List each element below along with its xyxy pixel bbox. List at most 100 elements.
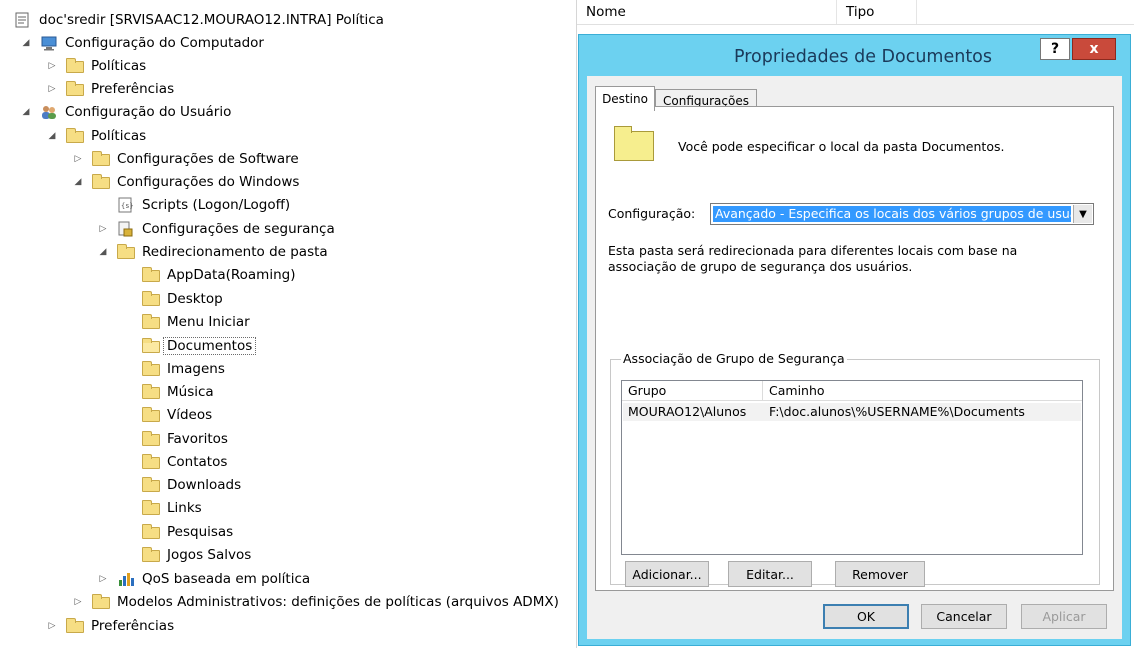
folder-icon (142, 266, 160, 282)
tree-node-label: doc'sredir [SRVISAAC12.MOURAO12.INTRA] P… (39, 12, 384, 28)
folder-open-icon (142, 337, 160, 353)
tree-node[interactable]: Música (122, 382, 214, 402)
table-row[interactable]: MOURAO12\Alunos F:\doc.alunos\%USERNAME%… (623, 403, 1081, 421)
tree-node[interactable]: Menu Iniciar (122, 312, 250, 332)
tree-node[interactable]: ▷ Políticas (46, 56, 146, 76)
tree-node-label: QoS baseada em política (142, 571, 311, 587)
tree-node-label: Pesquisas (167, 524, 234, 540)
tree-node[interactable]: ▷ Preferências (46, 79, 174, 99)
expand-icon[interactable]: ▷ (97, 573, 109, 585)
script-icon: {s} (117, 197, 135, 213)
tree-node-label: Configuração do Computador (65, 35, 264, 51)
tree-node[interactable]: ◢ Redirecionamento de pasta (97, 242, 328, 262)
tree-node[interactable]: Jogos Salvos (122, 545, 251, 565)
apply-button[interactable]: Aplicar (1021, 604, 1107, 629)
folder-icon (142, 383, 160, 399)
cancel-button[interactable]: Cancelar (921, 604, 1007, 629)
tree-node[interactable]: AppData(Roaming) (122, 265, 295, 285)
tree-node-label: Documentos (163, 337, 257, 355)
edit-button[interactable]: Editar... (728, 561, 812, 587)
tab-destino[interactable]: Destino (595, 86, 655, 111)
folder-icon (142, 430, 160, 446)
properties-dialog: Propriedades de Documentos ? x Destino C… (578, 34, 1131, 646)
tree-node[interactable]: Downloads (122, 475, 241, 495)
tree-node-label: Preferências (91, 81, 175, 97)
tree-node[interactable]: Documentos (122, 336, 257, 356)
collapse-icon[interactable]: ◢ (46, 130, 58, 142)
list-header-group[interactable]: Grupo (622, 381, 763, 401)
tree-node[interactable]: ◢ Configuração do Usuário (20, 102, 232, 122)
tree-node-label: Configurações de Software (117, 151, 299, 167)
collapse-icon[interactable]: ◢ (20, 37, 32, 49)
collapse-icon[interactable]: ◢ (20, 106, 32, 118)
tree-node[interactable]: ◢ Configuração do Computador (20, 33, 264, 53)
description-line-1: Esta pasta será redirecionada para difer… (608, 243, 1018, 258)
list-header-path[interactable]: Caminho (763, 381, 1082, 401)
folder-icon (92, 150, 110, 166)
folder-icon (142, 523, 160, 539)
tree-node[interactable]: Imagens (122, 359, 225, 379)
folder-icon (92, 173, 110, 189)
tree-node[interactable]: ◢ Configurações do Windows (72, 172, 299, 192)
expand-icon[interactable]: ▷ (97, 223, 109, 235)
tree-node[interactable]: Pesquisas (122, 522, 233, 542)
expand-icon[interactable]: ▷ (72, 153, 84, 165)
row-path: F:\doc.alunos\%USERNAME%\Documents (769, 404, 1025, 419)
expand-icon[interactable]: ▷ (46, 83, 58, 95)
group-box-title: Associação de Grupo de Segurança (621, 351, 847, 366)
folder-icon (142, 499, 160, 515)
tree-node[interactable]: Links (122, 498, 202, 518)
tree-node[interactable]: {s} Scripts (Logon/Logoff) (97, 195, 290, 215)
expand-icon[interactable]: ▷ (46, 620, 58, 632)
dialog-client-area: Destino Configurações Você pode especifi… (587, 76, 1122, 639)
collapse-icon[interactable]: ◢ (72, 176, 84, 188)
expand-icon[interactable]: ▷ (46, 60, 58, 72)
folder-icon (142, 406, 160, 422)
column-type-header[interactable]: Tipo (837, 0, 917, 24)
users-icon (40, 104, 58, 120)
tree-node[interactable]: doc'sredir [SRVISAAC12.MOURAO12.INTRA] P… (14, 10, 384, 30)
tree-node-label: Redirecionamento de pasta (142, 244, 328, 260)
chevron-down-icon[interactable]: ▼ (1073, 205, 1092, 223)
tab-panel-destino: Você pode especificar o local da pasta D… (595, 106, 1114, 591)
ok-button[interactable]: OK (823, 604, 909, 629)
tree-node[interactable]: ▷ Configurações de Software (72, 149, 299, 169)
tree-node-label: Desktop (167, 291, 223, 307)
tree-node-label: AppData(Roaming) (167, 267, 296, 283)
add-button[interactable]: Adicionar... (625, 561, 709, 587)
tree-node[interactable]: ▷ QoS baseada em política (97, 569, 311, 589)
folder-icon (66, 127, 84, 143)
expand-icon[interactable]: ▷ (72, 596, 84, 608)
collapse-icon[interactable]: ◢ (97, 246, 109, 258)
close-button[interactable]: x (1072, 38, 1116, 60)
tree-node[interactable]: ▷ Preferências (46, 616, 174, 636)
tree-node[interactable]: Contatos (122, 452, 227, 472)
tree-node[interactable]: ▷ Modelos Administrativos: definições de … (72, 592, 559, 612)
remove-button[interactable]: Remover (835, 561, 925, 587)
tree-node-label: Políticas (91, 128, 147, 144)
security-icon (117, 221, 135, 237)
tree-node-label: Configurações do Windows (117, 174, 300, 190)
tree-node-label: Downloads (167, 477, 242, 493)
tree-node[interactable]: ▷ Configurações de segurança (97, 219, 335, 239)
column-name-header[interactable]: Nome (577, 0, 837, 24)
tree-node-label: Políticas (91, 58, 147, 74)
tree-node[interactable]: ◢ Políticas (46, 126, 146, 146)
tree-node[interactable]: Desktop (122, 289, 223, 309)
folder-icon (66, 57, 84, 73)
setting-dropdown[interactable]: Avançado - Especifica os locais dos vári… (710, 203, 1094, 225)
group-path-list[interactable]: Grupo Caminho MOURAO12\Alunos F:\doc.alu… (621, 380, 1083, 555)
tree-node[interactable]: Vídeos (122, 405, 212, 425)
tree-node-label: Contatos (167, 454, 228, 470)
tree-node[interactable]: Favoritos (122, 429, 228, 449)
description-line-2: associação de grupo de segurança dos usu… (608, 259, 913, 274)
help-button[interactable]: ? (1040, 38, 1070, 60)
setting-dropdown-value: Avançado - Especifica os locais dos vári… (713, 206, 1071, 222)
